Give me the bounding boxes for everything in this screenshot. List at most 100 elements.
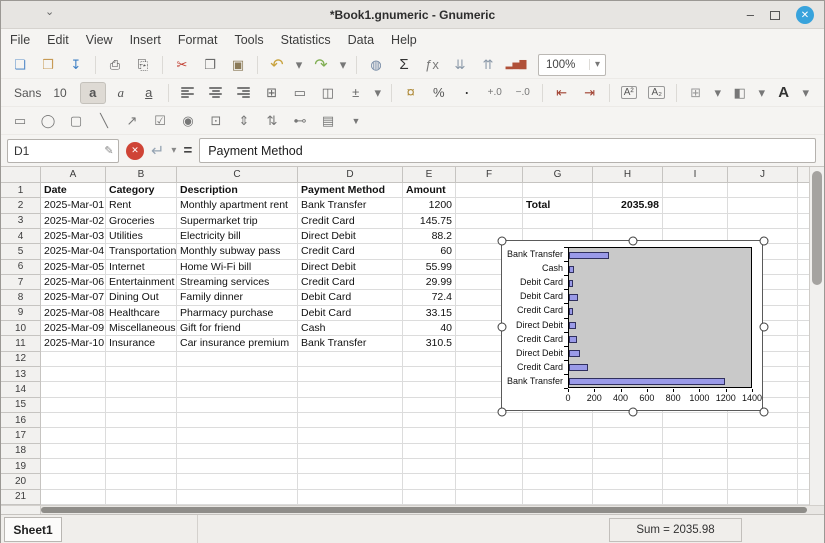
cell-E14[interactable] — [403, 382, 456, 397]
cell-C6[interactable]: Home Wi-Fi bill — [177, 260, 298, 275]
cell-D2[interactable]: Bank Transfer — [298, 198, 403, 213]
cell-C14[interactable] — [177, 382, 298, 397]
col-header-C[interactable]: C — [177, 167, 298, 183]
cell-G21[interactable] — [523, 490, 593, 505]
equals-icon[interactable]: = — [183, 142, 192, 159]
cell-A8[interactable]: 2025-Mar-07 — [41, 290, 106, 305]
cell-B17[interactable] — [106, 428, 177, 443]
font-name-selector[interactable]: Sans — [6, 86, 51, 100]
bold-button[interactable]: a — [80, 82, 106, 104]
cell-H20[interactable] — [593, 474, 663, 489]
menu-help[interactable]: Help — [391, 33, 417, 47]
align-left-button[interactable] — [175, 82, 201, 104]
row-header-18[interactable]: 18 — [1, 444, 41, 459]
cell-C19[interactable] — [177, 459, 298, 474]
cell-A20[interactable] — [41, 474, 106, 489]
cell-E17[interactable] — [403, 428, 456, 443]
cell-C21[interactable] — [177, 490, 298, 505]
hyperlink-button[interactable]: ◍ — [363, 54, 389, 76]
menu-insert[interactable]: Insert — [130, 33, 161, 47]
cell-E1[interactable]: Amount — [403, 183, 456, 198]
cell-A4[interactable]: 2025-Mar-03 — [41, 229, 106, 244]
col-header-J[interactable]: J — [728, 167, 798, 183]
rectangle-tool[interactable]: ▭ — [7, 110, 33, 132]
list-tool[interactable]: ▤ — [315, 110, 341, 132]
cell-J3[interactable] — [728, 214, 798, 229]
paste-button[interactable]: ▣ — [225, 54, 251, 76]
zoom-dropdown-icon[interactable]: ▾ — [589, 59, 605, 70]
cell-I3[interactable] — [663, 214, 728, 229]
selection-handle[interactable] — [629, 408, 638, 417]
cell-H3[interactable] — [593, 214, 663, 229]
zoom-combobox[interactable]: 100% ▾ — [538, 54, 606, 76]
vertical-scrollbar[interactable] — [809, 167, 824, 505]
cell-I19[interactable] — [663, 459, 728, 474]
align-right-button[interactable] — [231, 82, 257, 104]
italic-button[interactable]: a — [108, 82, 134, 104]
cell-E6[interactable]: 55.99 — [403, 260, 456, 275]
cell-F21[interactable] — [456, 490, 523, 505]
borders-dropdown[interactable]: ⊞ — [683, 82, 709, 104]
cell-C16[interactable] — [177, 413, 298, 428]
cell-C17[interactable] — [177, 428, 298, 443]
slider-tool[interactable]: ⊷ — [287, 110, 313, 132]
cell-H16[interactable] — [593, 413, 663, 428]
cell-A1[interactable]: Date — [41, 183, 106, 198]
print-button[interactable]: ⎙ — [102, 54, 128, 76]
cell-A13[interactable] — [41, 367, 106, 382]
cell-B13[interactable] — [106, 367, 177, 382]
cell-E16[interactable] — [403, 413, 456, 428]
col-header-B[interactable]: B — [106, 167, 177, 183]
sheet-tab[interactable]: Sheet1 — [4, 517, 62, 542]
cell-A6[interactable]: 2025-Mar-05 — [41, 260, 106, 275]
cell-A14[interactable] — [41, 382, 106, 397]
row-header-12[interactable]: 12 — [1, 352, 41, 367]
row-header-3[interactable]: 3 — [1, 214, 41, 229]
vertical-align-button[interactable]: ± — [343, 82, 369, 104]
selection-handle[interactable] — [760, 408, 769, 417]
cell-H19[interactable] — [593, 459, 663, 474]
cell-F20[interactable] — [456, 474, 523, 489]
cell-F19[interactable] — [456, 459, 523, 474]
percent-button[interactable]: % — [426, 82, 452, 104]
cell-A10[interactable]: 2025-Mar-09 — [41, 321, 106, 336]
cell-D9[interactable]: Debit Card — [298, 306, 403, 321]
row-header-9[interactable]: 9 — [1, 306, 41, 321]
row-header-16[interactable]: 16 — [1, 413, 41, 428]
selection-handle[interactable] — [498, 237, 507, 246]
font-color-button[interactable]: A — [771, 82, 797, 104]
font-size-selector[interactable]: 10 — [51, 86, 78, 100]
cell-G20[interactable] — [523, 474, 593, 489]
cell-J21[interactable] — [728, 490, 798, 505]
selection-handle[interactable] — [760, 322, 769, 331]
col-header-D[interactable]: D — [298, 167, 403, 183]
cell-E21[interactable] — [403, 490, 456, 505]
cell-D3[interactable]: Credit Card — [298, 214, 403, 229]
undo-button[interactable]: ↶ — [264, 54, 290, 76]
cell-D7[interactable]: Credit Card — [298, 275, 403, 290]
cell-B20[interactable] — [106, 474, 177, 489]
function-dropdown-icon[interactable]: ▾ — [171, 145, 176, 156]
formula-input[interactable]: Payment Method — [199, 138, 816, 163]
row-header-7[interactable]: 7 — [1, 275, 41, 290]
cell-D5[interactable]: Credit Card — [298, 244, 403, 259]
cell-A2[interactable]: 2025-Mar-01 — [41, 198, 106, 213]
undo-dropdown[interactable]: ▾ — [292, 54, 306, 76]
cell-G18[interactable] — [523, 444, 593, 459]
cell-E3[interactable]: 145.75 — [403, 214, 456, 229]
new-file-button[interactable]: ❏ — [7, 54, 33, 76]
cell-E18[interactable] — [403, 444, 456, 459]
cell-E5[interactable]: 60 — [403, 244, 456, 259]
cell-D4[interactable]: Direct Debit — [298, 229, 403, 244]
cell-C7[interactable]: Streaming services — [177, 275, 298, 290]
row-header-21[interactable]: 21 — [1, 490, 41, 505]
merge-cells-button[interactable]: ▭ — [287, 82, 313, 104]
accept-edit-icon[interactable]: ↵ — [151, 141, 164, 161]
cell-E4[interactable]: 88.2 — [403, 229, 456, 244]
selection-handle[interactable] — [760, 237, 769, 246]
chart-object[interactable]: Bank TransferCashDebit CardDebit CardCre… — [501, 240, 763, 411]
cell-G17[interactable] — [523, 428, 593, 443]
cell-E13[interactable] — [403, 367, 456, 382]
row-header-14[interactable]: 14 — [1, 382, 41, 397]
maximize-button[interactable] — [770, 11, 780, 20]
